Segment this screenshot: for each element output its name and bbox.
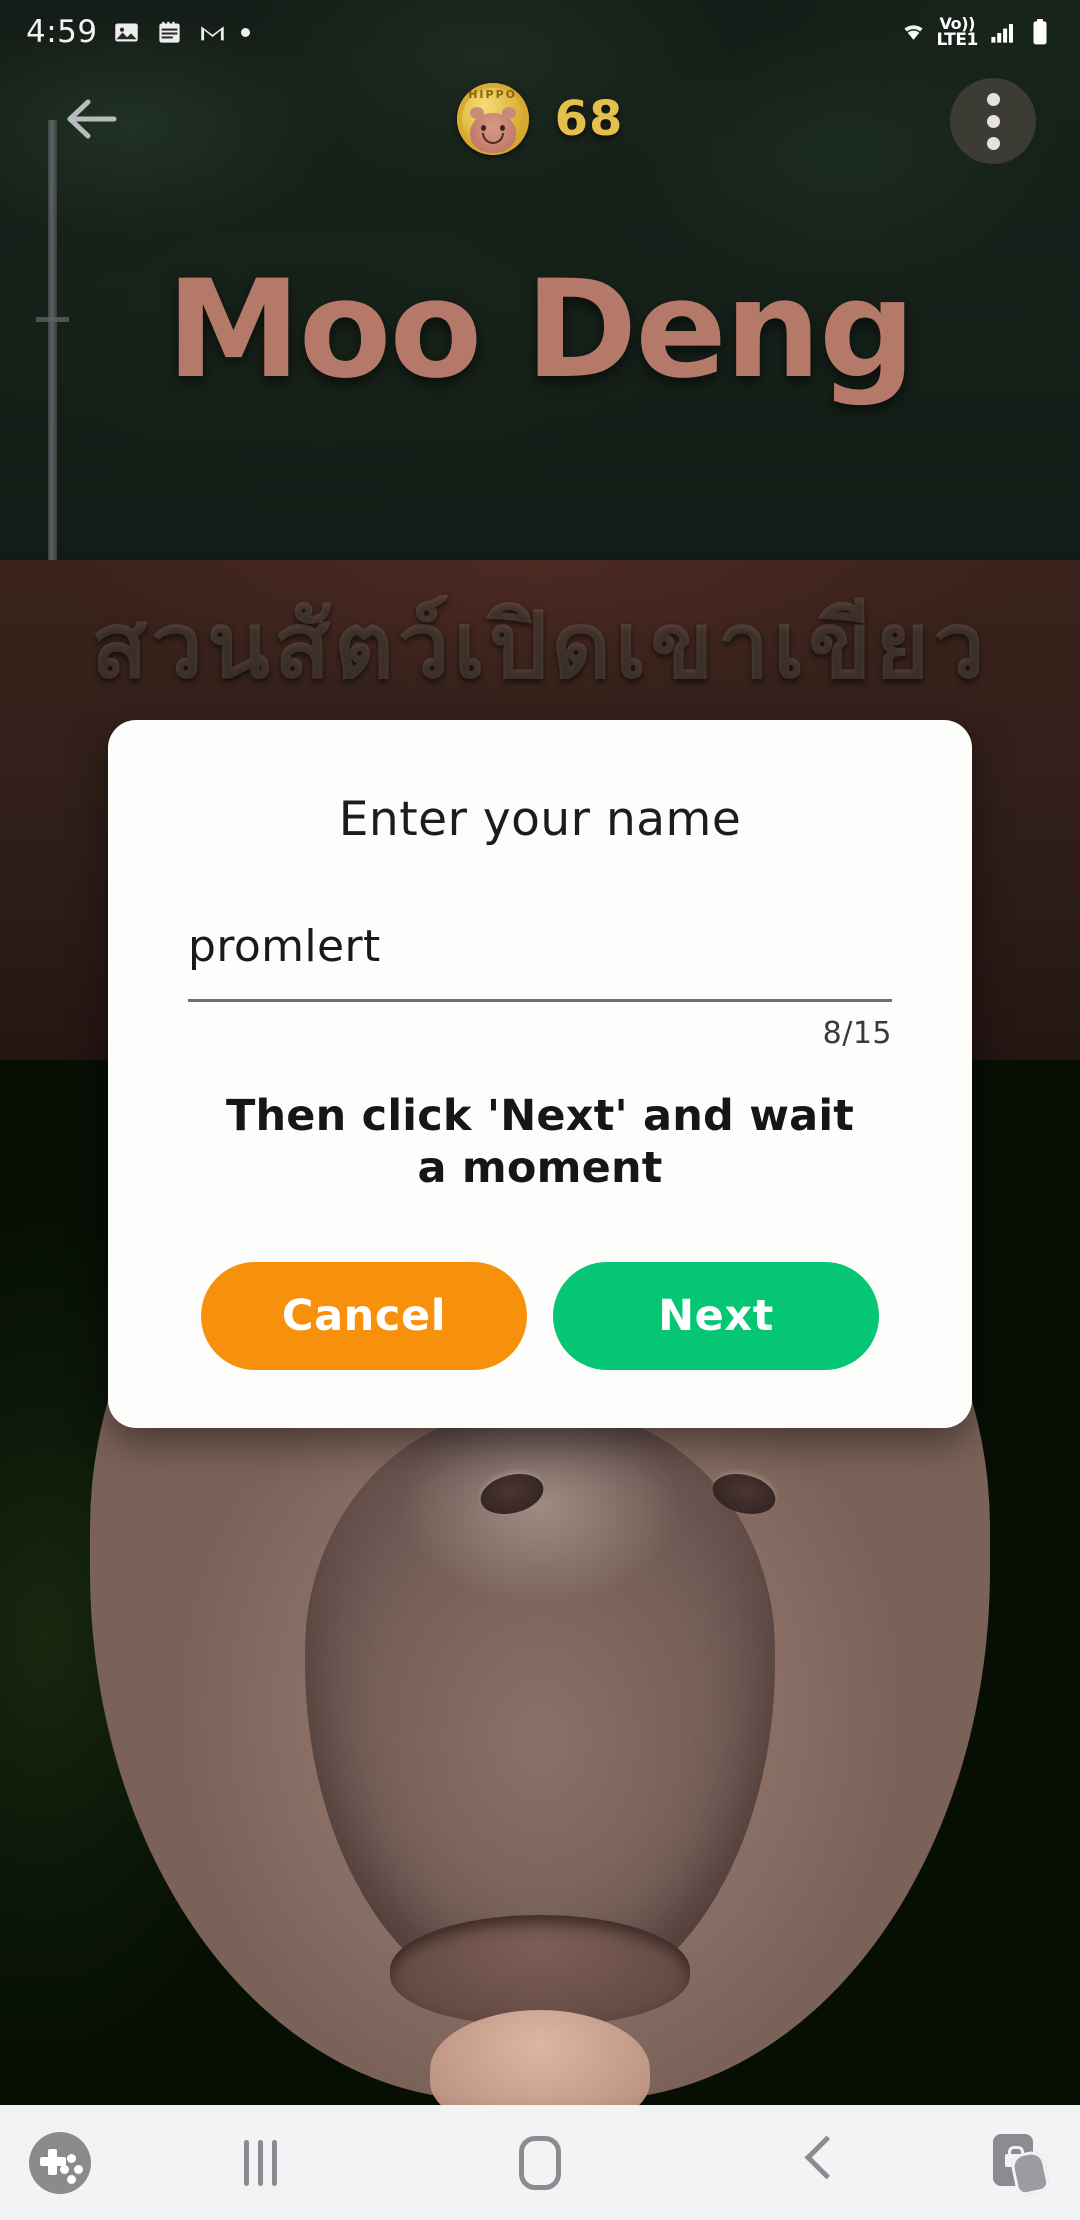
menu-dot-1: [986, 92, 1000, 106]
status-bar-left: 4:59: [26, 14, 250, 50]
name-field[interactable]: promlert 8/15: [188, 925, 892, 1051]
dpad-vertical: [48, 2148, 57, 2175]
hippo-mouth: [390, 1915, 690, 2025]
touch-lock-icon: [987, 2130, 1053, 2197]
back-button[interactable]: [680, 2136, 960, 2190]
wifi-icon: [899, 18, 928, 47]
gmail-icon: [198, 18, 227, 47]
next-button[interactable]: Next: [553, 1262, 879, 1371]
coin-hippo-face: [469, 107, 516, 153]
notification-dot-icon: [240, 27, 250, 37]
phone-screen: Moo Deng สวนสัตว์เปิดเขาเขียว 4:59 Vo)) …: [0, 0, 1080, 2220]
coin-word: HIPPO: [468, 88, 517, 101]
system-navigation-bar: [0, 2105, 1080, 2220]
recents-button[interactable]: [120, 2139, 400, 2186]
dpad-dot-4: [67, 2174, 76, 2184]
coin-count-label: 68: [554, 91, 624, 147]
dialog-message: Then click 'Next' and wait a moment: [225, 1091, 855, 1193]
dpad-dot-2: [74, 2164, 83, 2174]
zoo-sign-title: Moo Deng: [166, 251, 915, 408]
volte-icon: Vo)) LTE1: [936, 15, 979, 50]
status-time: 4:59: [26, 14, 98, 50]
overflow-menu-icon[interactable]: [950, 78, 1036, 164]
hippo-coin-icon: HIPPO: [456, 83, 529, 155]
calendar-icon: [155, 18, 184, 47]
name-input-underline: [188, 999, 892, 1002]
coin-hippo-eye-right: [499, 125, 505, 131]
coin-hippo-smile: [481, 133, 504, 144]
dpad-dot-3: [60, 2164, 69, 2174]
touch-lock-button[interactable]: [960, 2130, 1080, 2197]
menu-dot-2: [986, 114, 1000, 128]
volte-label-bottom: LTE1: [936, 29, 979, 50]
game-top-bar: HIPPO 68: [0, 64, 1080, 174]
game-booster-button[interactable]: [0, 2131, 120, 2194]
battery-icon: [1025, 18, 1054, 47]
cancel-button[interactable]: Cancel: [201, 1262, 527, 1371]
home-button[interactable]: [400, 2135, 680, 2190]
status-bar: 4:59 Vo)) LTE1: [0, 0, 1080, 64]
name-input[interactable]: promlert: [188, 925, 892, 999]
recents-icon: [243, 2139, 277, 2186]
human-finger: [430, 2010, 650, 2105]
status-bar-right: Vo)) LTE1: [899, 15, 1054, 50]
zoo-sign-subtitle: สวนสัตว์เปิดเขาเขียว: [91, 592, 989, 699]
dialog-title: Enter your name: [338, 792, 742, 847]
hand-shape: [1009, 2148, 1051, 2197]
dialog-actions: Cancel Next: [164, 1262, 916, 1371]
back-icon: [803, 2136, 837, 2190]
photos-icon: [112, 18, 141, 47]
coin-hippo-eye-left: [480, 125, 486, 131]
game-booster-icon: [29, 2131, 91, 2194]
home-icon: [519, 2135, 561, 2190]
character-counter: 8/15: [822, 1016, 892, 1051]
signal-icon: [987, 18, 1016, 47]
dpad-dot-1: [67, 2153, 76, 2163]
enter-name-dialog: Enter your name promlert 8/15 Then click…: [108, 720, 972, 1429]
menu-dot-3: [986, 136, 1000, 150]
coin-counter: HIPPO 68: [0, 64, 1080, 174]
